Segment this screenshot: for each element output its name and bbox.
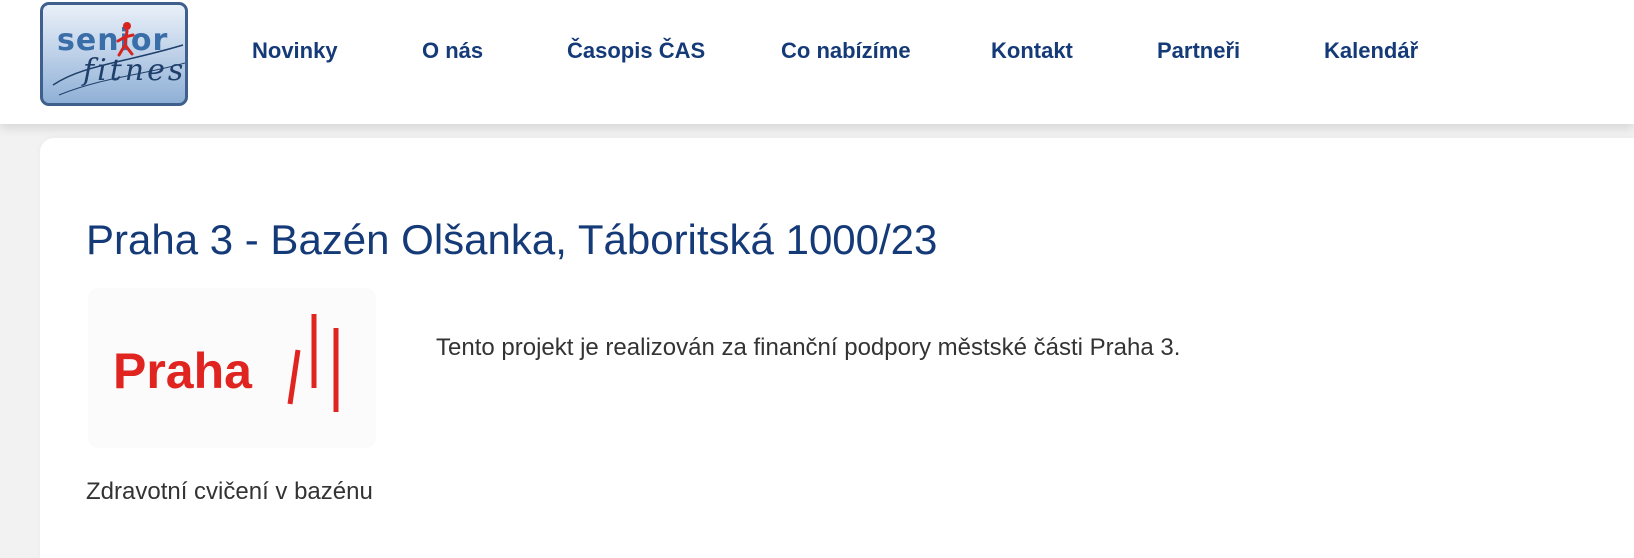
- nav-kontakt[interactable]: Kontakt: [991, 38, 1073, 64]
- nav-novinky[interactable]: Novinky: [252, 38, 338, 64]
- nav-casopis-cas[interactable]: Časopis ČAS: [567, 38, 705, 64]
- praha-3-logo: Praha: [88, 288, 376, 448]
- praha-bars-icon: [287, 314, 339, 412]
- praha-logo-text: Praha: [113, 343, 252, 399]
- section-subheading: Zdravotní cvičení v bazénu: [86, 478, 373, 505]
- nav-co-nabizime[interactable]: Co nabízíme: [781, 38, 911, 64]
- project-funding-text: Tento projekt je realizován za finanční …: [436, 334, 1181, 361]
- site-header: senior fitnes Novinky O nás Časopis ČAS …: [0, 0, 1634, 124]
- main-nav: Novinky O nás Časopis ČAS Co nabízíme Ko…: [0, 0, 1634, 110]
- nav-kalendar[interactable]: Kalendář: [1324, 38, 1418, 64]
- page-title: Praha 3 - Bazén Olšanka, Táboritská 1000…: [86, 216, 938, 263]
- content-card: Praha 3 - Bazén Olšanka, Táboritská 1000…: [40, 138, 1634, 558]
- nav-o-nas[interactable]: O nás: [422, 38, 483, 64]
- nav-partneri[interactable]: Partneři: [1157, 38, 1240, 64]
